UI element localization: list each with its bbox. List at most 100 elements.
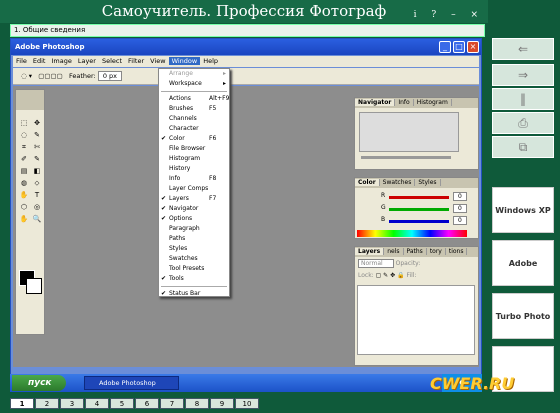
panel-tab-color[interactable]: Color (355, 179, 380, 186)
menu-item-color[interactable]: ✔ Color F6 (159, 134, 229, 144)
panel-tab-navigator[interactable]: Navigator (355, 99, 396, 106)
panel-tab-info[interactable]: Info (395, 99, 414, 106)
tool-17[interactable]: 🔍 (31, 214, 43, 224)
tool-11[interactable]: ⬦ (31, 178, 43, 188)
channel-g: G0 (381, 204, 476, 214)
menu-help[interactable]: Help (200, 57, 221, 65)
tool-8[interactable]: ▤ (18, 166, 30, 176)
tool-6[interactable]: ✐ (18, 154, 30, 164)
tool-9[interactable]: ◧ (31, 166, 43, 176)
start-button[interactable]: пуск (12, 375, 66, 391)
tool-5[interactable]: ✄ (31, 142, 43, 152)
windows-xp-logo[interactable]: Windows XP (492, 187, 554, 233)
menu-file[interactable]: File (13, 57, 30, 65)
opacity-label: Opacity: (395, 260, 421, 267)
panel-tab-nels[interactable]: nels (384, 248, 404, 255)
tool-grid: ⬚ ✥ ◌ ✎ ⌗ ✄ ✐ ✎ ▤ ◧ ◍ ⬦ ✋ T ⬡ ◎ ✋ 🔍 (18, 118, 44, 226)
blend-mode-select[interactable]: Normal (358, 259, 394, 268)
page-tab-7[interactable]: 7 (160, 398, 184, 409)
tool-7[interactable]: ✎ (31, 154, 43, 164)
page-tab-3[interactable]: 3 (60, 398, 84, 409)
menu-item-tools[interactable]: ✔ Tools (159, 274, 229, 284)
turbo-photo-logo[interactable]: Turbo Photo 4.1 (492, 293, 554, 367)
panel-tab-layers[interactable]: Layers (355, 248, 385, 255)
page-tab-4[interactable]: 4 (85, 398, 109, 409)
navigator-tabs: Navigator Info Histogram (355, 98, 478, 108)
check-icon: ✔ (161, 215, 167, 222)
menu-view[interactable]: View (147, 57, 168, 65)
panel-tab-histogram[interactable]: Histogram (413, 99, 452, 106)
menu-edit[interactable]: Edit (30, 57, 49, 65)
tool-12[interactable]: ✋ (18, 190, 30, 200)
panel-tab-swatches[interactable]: Swatches (379, 179, 416, 186)
tool-13[interactable]: T (31, 190, 43, 200)
page-tab-6[interactable]: 6 (135, 398, 159, 409)
menu-filter[interactable]: Filter (125, 57, 147, 65)
window-button[interactable]: ⧉ (492, 136, 554, 158)
page-tab-1[interactable]: 1 (10, 398, 34, 409)
menu-item-paths[interactable]: Paths (159, 234, 229, 244)
back-button[interactable]: ⇐ (492, 38, 554, 60)
menu-window[interactable]: Window (168, 57, 201, 65)
maximize-icon[interactable]: □ (453, 41, 465, 53)
menu-item-actions[interactable]: Actions Alt+F9 (159, 94, 229, 104)
print-button[interactable]: ⎙ (492, 112, 554, 134)
window-menu: Arrange ▸ Workspace ▸ Actions Alt+F9 Brushes F5… (158, 68, 230, 297)
menu-item-layer-comps[interactable]: Layer Comps (159, 184, 229, 194)
menu-item-tool-presets[interactable]: Tool Presets (159, 264, 229, 274)
panel-tab-tions[interactable]: tions (445, 248, 468, 255)
page-tab-5[interactable]: 5 (110, 398, 134, 409)
menu-item-swatches[interactable]: Swatches (159, 254, 229, 264)
photoshop-logo[interactable]: Adobe Photoshop CS (492, 240, 554, 360)
menu-item-character[interactable]: Character (159, 124, 229, 134)
menu-item-options[interactable]: ✔ Options (159, 214, 229, 224)
page-tabs: 1 2 3 4 5 6 7 8 9 10 (10, 398, 270, 410)
menu-item-history[interactable]: History (159, 164, 229, 174)
tool-3[interactable]: ✎ (31, 130, 43, 140)
page-tab-2[interactable]: 2 (35, 398, 59, 409)
menu-item-brushes[interactable]: Brushes F5 (159, 104, 229, 114)
panel-tab-paths[interactable]: Paths (403, 248, 427, 255)
menu-item-workspace[interactable]: Workspace ▸ (159, 79, 229, 89)
menu-item-navigator[interactable]: ✔ Navigator (159, 204, 229, 214)
panel-tab-tory[interactable]: tory (426, 248, 446, 255)
menu-item-arrange[interactable]: Arrange ▸ (159, 69, 229, 79)
lock-row: Lock: ▢ ✎ ✥ 🔒 Fill: (358, 272, 417, 279)
tool-14[interactable]: ⬡ (18, 202, 30, 212)
taskbar-item-photoshop[interactable]: Adobe Photoshop (84, 376, 179, 390)
background-color[interactable] (26, 278, 42, 294)
feather-input[interactable]: 0 px (97, 71, 123, 81)
tools-header (16, 90, 44, 110)
menu-item-layers[interactable]: ✔ Layers F7 (159, 194, 229, 204)
menu-item-info[interactable]: Info F8 (159, 174, 229, 184)
menu-image[interactable]: Image (48, 57, 74, 65)
page-tab-8[interactable]: 8 (185, 398, 209, 409)
menu-item-styles[interactable]: Styles (159, 244, 229, 254)
forward-button[interactable]: ⇒ (492, 64, 554, 86)
menu-item-status-bar[interactable]: ✔ Status Bar (159, 289, 229, 299)
tool-15[interactable]: ◎ (31, 202, 43, 212)
menu-item-channels[interactable]: Channels (159, 114, 229, 124)
menu-item-paragraph[interactable]: Paragraph (159, 224, 229, 234)
tool-1[interactable]: ✥ (31, 118, 43, 128)
tool-0[interactable]: ⬚ (18, 118, 30, 128)
panel-tab-styles[interactable]: Styles (415, 179, 441, 186)
zoom-slider[interactable] (361, 156, 451, 159)
color-ramp[interactable] (357, 230, 467, 237)
tool-16[interactable]: ✋ (18, 214, 30, 224)
menu-item-file-browser[interactable]: File Browser (159, 144, 229, 154)
navigator-panel: Navigator Info Histogram (354, 97, 479, 170)
tool-4[interactable]: ⌗ (18, 142, 30, 152)
minimize-icon[interactable]: _ (439, 41, 451, 53)
page-tab-10[interactable]: 10 (235, 398, 259, 409)
pause-button[interactable]: ‖ (492, 88, 554, 110)
tool-2[interactable]: ◌ (18, 130, 30, 140)
channel-b: B0 (381, 216, 476, 226)
check-icon: ✔ (161, 205, 167, 212)
menu-select[interactable]: Select (99, 57, 125, 65)
menu-item-histogram[interactable]: Histogram (159, 154, 229, 164)
tool-10[interactable]: ◍ (18, 178, 30, 188)
close-icon[interactable]: × (467, 41, 479, 53)
page-tab-9[interactable]: 9 (210, 398, 234, 409)
menu-layer[interactable]: Layer (75, 57, 99, 65)
